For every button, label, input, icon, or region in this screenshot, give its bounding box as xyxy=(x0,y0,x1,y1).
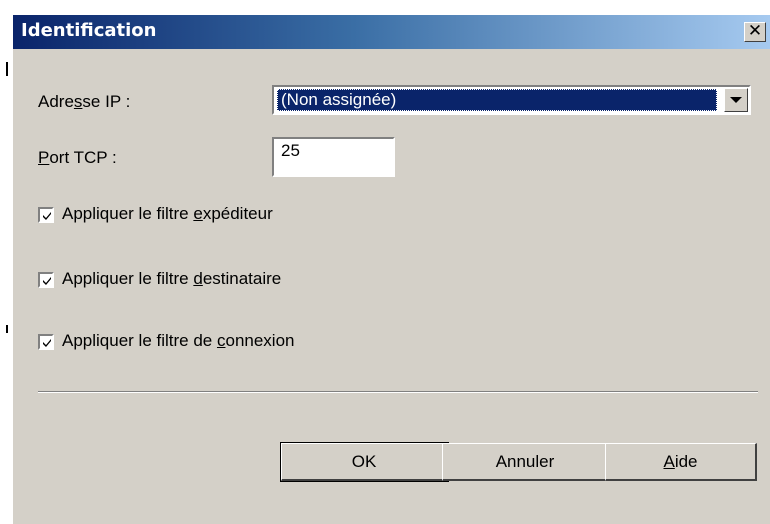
tcp-port-input[interactable]: 25 xyxy=(272,137,395,177)
close-icon: ✕ xyxy=(747,21,763,41)
connection-filter-checkbox[interactable] xyxy=(38,334,54,350)
edge-mark xyxy=(6,325,8,333)
dropdown-arrow-button[interactable] xyxy=(724,88,748,112)
connection-filter-label[interactable]: Appliquer le filtre de connexion xyxy=(62,331,295,351)
tcp-port-label: Port TCP : xyxy=(38,148,117,167)
ip-address-select[interactable]: (Non assignée) xyxy=(272,85,751,115)
close-button[interactable]: ✕ xyxy=(744,22,766,42)
title-bar[interactable]: Identification ✕ xyxy=(13,15,770,49)
ok-button[interactable]: OK xyxy=(280,442,449,482)
ip-address-selected-value: (Non assignée) xyxy=(277,89,717,111)
edge-mark xyxy=(6,62,8,76)
sender-filter-checkbox[interactable] xyxy=(38,207,54,223)
help-button[interactable]: Aide xyxy=(605,443,757,481)
sender-filter-label[interactable]: Appliquer le filtre expéditeur xyxy=(62,204,273,224)
checkmark-icon xyxy=(43,339,51,347)
cancel-button[interactable]: Annuler xyxy=(442,443,609,481)
recipient-filter-checkbox[interactable] xyxy=(38,272,54,288)
window-title: Identification xyxy=(21,20,157,41)
checkmark-icon xyxy=(43,212,51,220)
recipient-filter-label[interactable]: Appliquer le filtre destinataire xyxy=(62,269,281,289)
separator-line xyxy=(38,391,758,393)
checkmark-icon xyxy=(43,277,51,285)
ip-address-label: Adresse IP : xyxy=(38,92,131,111)
identification-dialog: Identification ✕ Adresse IP : (Non assig… xyxy=(13,15,770,524)
